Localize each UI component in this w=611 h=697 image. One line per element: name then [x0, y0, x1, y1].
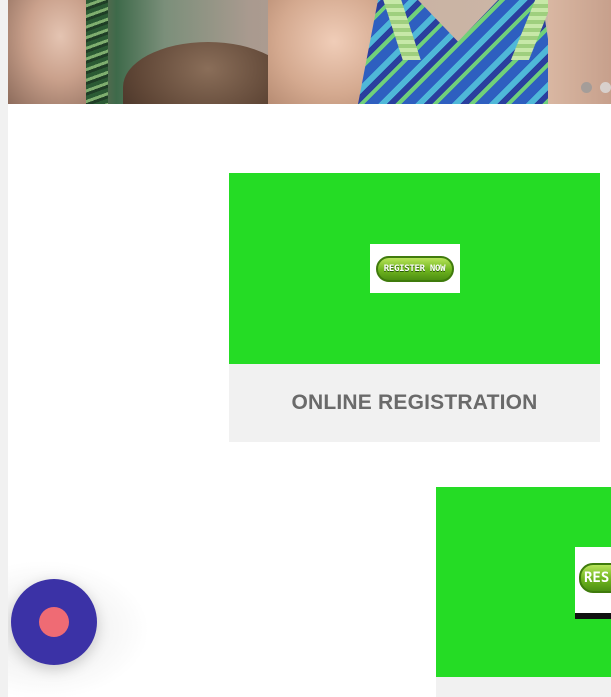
card-media: REGISTER NOW [229, 173, 600, 364]
record-dot-icon [39, 607, 69, 637]
card-caption[interactable] [436, 677, 611, 697]
slider-dot-1[interactable] [581, 82, 592, 93]
slider-dots [581, 82, 611, 93]
page: REGISTER NOW ONLINE REGISTRATION RES [0, 0, 611, 697]
card-caption[interactable]: ONLINE REGISTRATION [229, 364, 600, 442]
hero-image-detail [86, 0, 108, 104]
registration-card[interactable]: REGISTER NOW ONLINE REGISTRATION [229, 173, 600, 442]
floating-action-button[interactable] [11, 579, 97, 665]
card-media: RES [436, 487, 611, 677]
register-label-partial: RES [579, 563, 611, 593]
register-now-label: REGISTER NOW [375, 255, 454, 282]
register-button-partial[interactable]: RES [575, 547, 611, 619]
registration-card-2[interactable]: RES [436, 487, 611, 697]
button-underbar [575, 613, 611, 619]
slider-dot-2[interactable] [600, 82, 611, 93]
hero-slider[interactable] [8, 0, 611, 104]
register-now-button[interactable]: REGISTER NOW [369, 244, 460, 293]
